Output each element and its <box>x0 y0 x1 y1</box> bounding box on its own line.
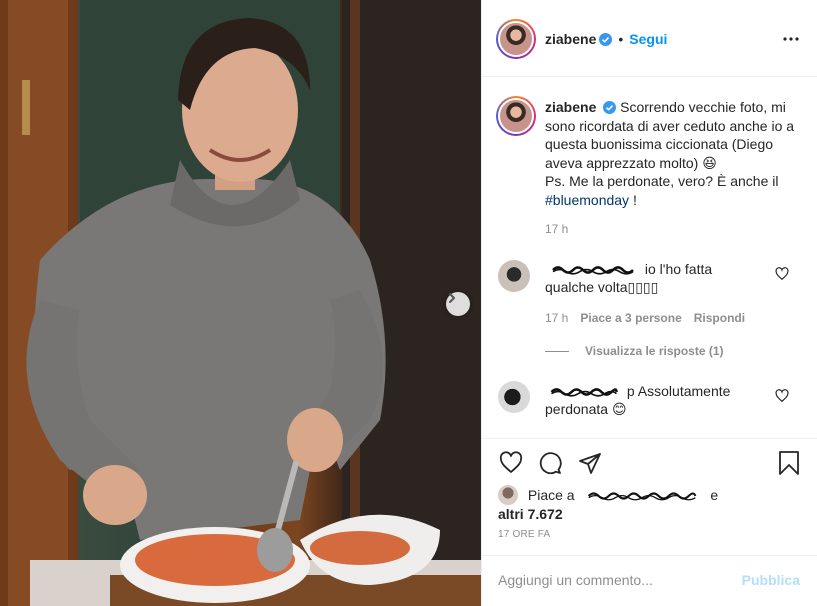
post-header: ziabene • Segui <box>482 0 817 77</box>
redacted-username-scribble <box>552 266 634 275</box>
chevron-right-icon <box>449 293 455 303</box>
redacted-username-scribble <box>588 492 697 501</box>
comment-item: p Assolutamente perdonata 😊 <box>545 382 765 418</box>
view-replies-button[interactable]: Visualizza le risposte (1) <box>545 344 724 358</box>
post-photo[interactable] <box>0 0 481 606</box>
likes-summary: Piace a e altri 7.672 <box>498 485 758 523</box>
caption-author-avatar[interactable] <box>496 96 536 136</box>
post-caption: ziabene Scorrendo vecchie foto, mi sono … <box>545 98 800 209</box>
heart-icon[interactable] <box>498 451 524 475</box>
comment-like-heart-icon[interactable] <box>775 389 789 403</box>
author-info: ziabene • Segui <box>545 31 667 47</box>
comment-text-line1: io l'ho fatta <box>644 261 713 277</box>
caption-time[interactable]: 17 h <box>545 222 568 236</box>
comment-like-heart-icon[interactable] <box>775 267 789 281</box>
next-photo-button[interactable] <box>446 292 470 316</box>
verified-badge-icon <box>599 32 613 46</box>
commenter-avatar[interactable] <box>498 260 530 292</box>
post-details-panel: ziabene • Segui ziabene Scorrendo vecchi… <box>482 0 817 606</box>
comment-text-line1: p Assolutamente <box>626 383 731 399</box>
likes-prefix: Piace a <box>527 487 575 503</box>
post-date[interactable]: 17 ORE FA <box>498 529 550 540</box>
comment-likes[interactable]: Piace a 3 persone <box>580 311 681 325</box>
author-username[interactable]: ziabene <box>545 31 596 47</box>
add-comment-bar: Pubblica <box>482 555 817 606</box>
reply-button[interactable]: Rispondi <box>694 311 745 325</box>
comment-item: io l'ho fatta qualche volta▯▯▯▯ <box>545 260 765 296</box>
author-avatar[interactable] <box>496 19 536 59</box>
comment-input[interactable] <box>498 569 733 591</box>
separator-dot: • <box>618 31 624 47</box>
more-options-icon[interactable] <box>783 29 799 49</box>
comment-time[interactable]: 17 h <box>545 311 568 325</box>
commenter-avatar[interactable] <box>498 381 530 413</box>
comment-text-line2: qualche volta▯▯▯▯ <box>545 279 659 295</box>
comment-text-line2: perdonata 😊 <box>545 401 627 417</box>
verified-badge-icon <box>603 101 617 114</box>
view-replies-label: Visualizza le risposte (1) <box>585 344 724 358</box>
follow-button[interactable]: Segui <box>629 31 667 47</box>
post-actions: Piace a e altri 7.672 17 ORE FA <box>482 438 817 555</box>
likes-count[interactable]: altri 7.672 <box>498 506 563 522</box>
redacted-username-scribble <box>550 388 618 397</box>
liker-avatar[interactable] <box>498 485 518 505</box>
caption-end: ! <box>629 191 637 208</box>
caption-ps-text: Ps. Me la perdonate, vero? È anche il <box>545 173 779 189</box>
share-icon[interactable] <box>578 451 602 475</box>
replies-line <box>545 350 569 352</box>
likes-suffix: e <box>710 487 719 503</box>
comment-meta: 17 h Piace a 3 persone Rispondi <box>545 311 745 325</box>
hashtag-link[interactable]: #bluemonday <box>545 192 629 208</box>
bookmark-icon[interactable] <box>778 451 800 475</box>
photo-illustration <box>0 0 481 606</box>
publish-button[interactable]: Pubblica <box>742 572 800 588</box>
caption-username[interactable]: ziabene <box>545 99 596 115</box>
comments-section[interactable]: ziabene Scorrendo vecchie foto, mi sono … <box>482 78 817 438</box>
comment-icon[interactable] <box>538 451 562 475</box>
